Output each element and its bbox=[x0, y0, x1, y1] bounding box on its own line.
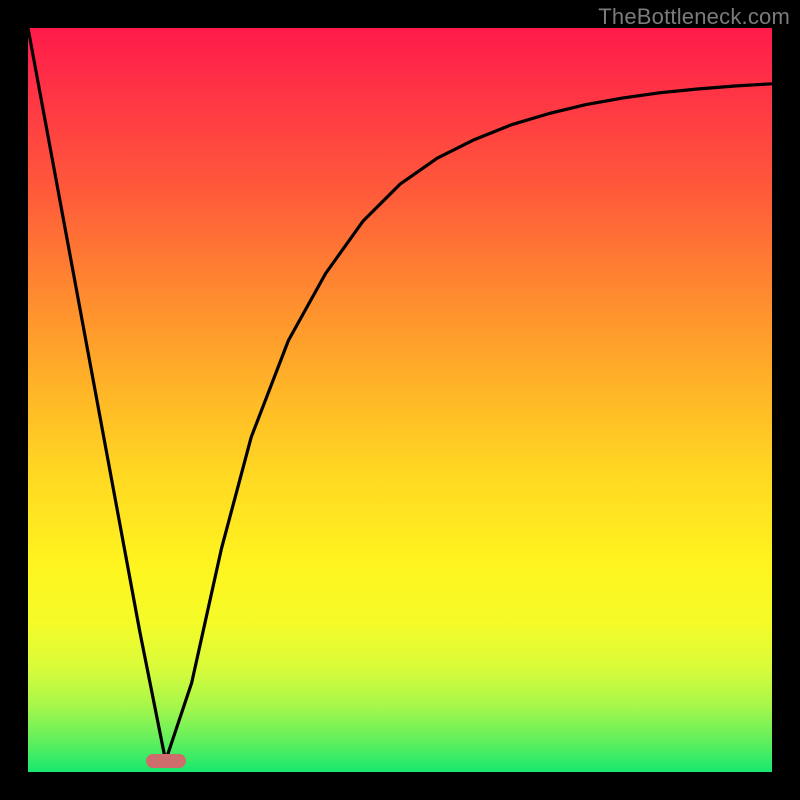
optimal-point-marker bbox=[146, 754, 186, 768]
plot-area bbox=[28, 28, 772, 772]
bottleneck-curve bbox=[28, 28, 772, 772]
chart-frame: TheBottleneck.com bbox=[0, 0, 800, 800]
watermark-text: TheBottleneck.com bbox=[598, 4, 790, 30]
